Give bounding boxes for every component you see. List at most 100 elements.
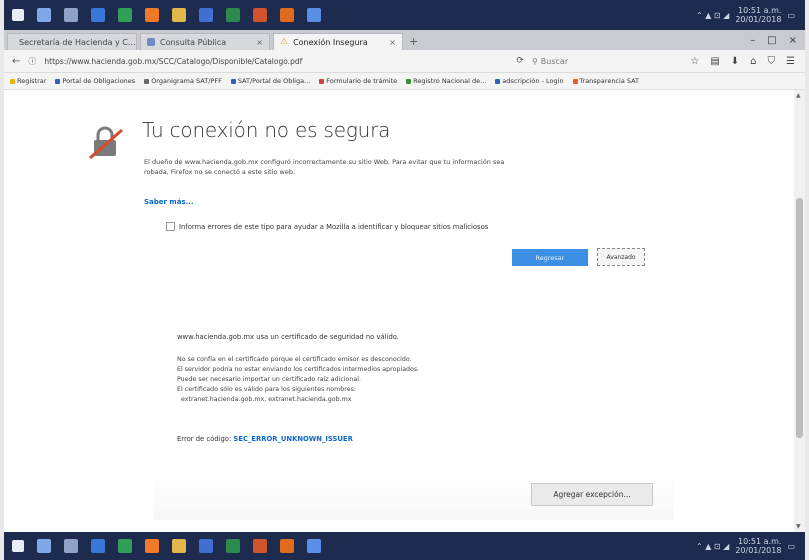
search-icon: ⚲ — [531, 56, 538, 66]
app-icon[interactable] — [91, 539, 105, 553]
windows-icon[interactable] — [12, 9, 24, 21]
go-back-button[interactable]: Regresar — [512, 249, 588, 266]
menu-icon[interactable]: ☰ — [786, 56, 795, 67]
notifications-icon[interactable]: ▭ — [787, 542, 795, 551]
new-tab-button[interactable]: + — [409, 33, 418, 50]
tab-close-icon[interactable]: × — [256, 38, 263, 47]
url-field[interactable]: https://www.hacienda.gob.mx/SCC/Catalogo… — [44, 54, 464, 68]
error-description: El dueño de www.hacienda.gob.mx configur… — [144, 157, 614, 177]
detail-line: El certificado sólo es válido para los s… — [177, 386, 356, 393]
chrome-icon[interactable] — [118, 539, 132, 553]
warning-favicon-icon: ⚠ — [280, 37, 289, 47]
tab-hacienda[interactable]: Secretaría de Hacienda y C... × — [7, 33, 137, 50]
advanced-button[interactable]: Avanzado — [597, 248, 645, 266]
vpn-icon[interactable] — [307, 8, 321, 22]
chrome-icon[interactable] — [118, 8, 132, 22]
tray-date: 20/01/2018 — [735, 546, 782, 555]
excel-icon[interactable] — [226, 539, 240, 553]
tab-consulta[interactable]: Consulta Pública × — [140, 33, 270, 50]
bookmark-item[interactable]: adscripción - Login — [495, 77, 564, 85]
bookmark-label: Formulario de trámite — [326, 77, 398, 85]
reading-list-icon[interactable]: ▤ — [710, 56, 719, 67]
bookmark-star-icon[interactable]: ☆ — [690, 56, 699, 67]
insecure-lock-icon — [89, 126, 123, 160]
firefox-icon[interactable] — [145, 8, 159, 22]
description-line: El dueño de www.hacienda.gob.mx configur… — [144, 158, 505, 166]
screen: ⌃ ▲ ⊡ ◢ 10:51 a.m. 20/01/2018 ▭ Secretar… — [4, 0, 805, 560]
bookmark-label: SAT/Portal de Obliga... — [237, 77, 311, 85]
taskbar-top: ⌃ ▲ ⊡ ◢ 10:51 a.m. 20/01/2018 ▭ — [4, 0, 805, 30]
bookmark-item[interactable]: Organigrama SAT/PFF — [144, 77, 222, 85]
office-icon[interactable] — [280, 539, 294, 553]
task-view-icon[interactable] — [64, 539, 78, 553]
bookmark-label: Portal de Obligaciones — [62, 77, 136, 85]
certificate-intro: www.hacienda.gob.mx usa un certificado d… — [177, 333, 399, 341]
bookmark-label: adscripción - Login — [502, 77, 564, 85]
bookmark-item[interactable]: Portal de Obligaciones — [55, 77, 135, 85]
bookmark-item[interactable]: Transparencia SAT — [572, 77, 640, 85]
favicon-icon — [147, 38, 155, 46]
error-code-link[interactable]: SEC_ERROR_UNKNOWN_ISSUER — [233, 435, 352, 443]
vpn-icon[interactable] — [307, 539, 321, 553]
bookmark-item[interactable]: Registro Nacional de... — [406, 77, 486, 85]
close-window-icon[interactable]: × — [789, 35, 797, 46]
store-icon[interactable] — [199, 8, 213, 22]
toolbar-icons: ☆ ▤ ⬇ ⌂ ⛉ ☰ — [690, 56, 795, 67]
report-errors-option[interactable]: Informa errores de este tipo para ayudar… — [166, 222, 488, 231]
download-icon[interactable]: ⬇ — [731, 56, 739, 67]
firefox-icon[interactable] — [145, 539, 159, 553]
bookmark-favicon-icon — [572, 78, 578, 84]
search-field[interactable]: ⚲ Buscar — [532, 54, 624, 68]
add-exception-button[interactable]: Agregar excepción... — [531, 483, 653, 506]
notifications-icon[interactable]: ▭ — [787, 11, 795, 20]
taskbar-bottom: ⌃ ▲ ⊡ ◢ 10:51 a.m. 20/01/2018 ▭ — [4, 532, 805, 560]
windows-icon[interactable] — [12, 540, 24, 552]
report-checkbox[interactable] — [166, 222, 175, 231]
bookmark-label: Transparencia SAT — [579, 77, 640, 85]
scroll-up-icon[interactable]: ▲ — [796, 92, 801, 99]
search-placeholder: Buscar — [540, 56, 569, 66]
tab-conexion-insegura[interactable]: ⚠ Conexión Insegura × — [273, 33, 403, 50]
tab-close-icon[interactable]: × — [389, 38, 396, 47]
cortana-icon[interactable] — [37, 8, 51, 22]
bookmark-item[interactable]: SAT/Portal de Obliga... — [230, 77, 311, 85]
navigation-bar: ← ⓘ https://www.hacienda.gob.mx/SCC/Cata… — [4, 50, 805, 73]
window-controls: – □ × — [750, 30, 797, 50]
system-tray: ⌃ ▲ ⊡ ◢ 10:51 a.m. 20/01/2018 ▭ — [696, 6, 795, 24]
tab-label: Consulta Pública — [160, 37, 227, 47]
scrollbar-thumb[interactable] — [796, 198, 803, 438]
tray-icons: ⌃ ▲ ⊡ ◢ — [695, 541, 730, 551]
detail-line: extranet.hacienda.gob.mx, extranet.hacie… — [177, 396, 352, 403]
office-icon[interactable] — [280, 8, 294, 22]
back-arrow-icon[interactable]: ← — [12, 56, 20, 67]
bookmark-favicon-icon — [55, 78, 61, 84]
app-icon[interactable] — [91, 8, 105, 22]
store-icon[interactable] — [199, 539, 213, 553]
task-view-icon[interactable] — [64, 8, 78, 22]
maximize-icon[interactable]: □ — [767, 35, 776, 46]
detail-line: El servidor podría no estar enviando los… — [177, 366, 420, 373]
info-icon[interactable]: ⓘ — [28, 56, 36, 67]
bookmark-item[interactable]: Formulario de trámite — [319, 77, 397, 85]
scroll-down-icon[interactable]: ▼ — [796, 523, 801, 530]
explorer-icon[interactable] — [172, 539, 186, 553]
detail-line: No se confía en el certificado porque el… — [177, 356, 412, 363]
bookmark-item[interactable]: Registrar — [10, 77, 46, 85]
error-code-line: Error de código: SEC_ERROR_UNKNOWN_ISSUE… — [177, 435, 353, 443]
home-icon[interactable]: ⌂ — [750, 56, 756, 67]
bookmarks-bar: Registrar Portal de Obligaciones Organigra… — [4, 73, 805, 90]
excel-icon[interactable] — [226, 8, 240, 22]
powerpoint-icon[interactable] — [253, 539, 267, 553]
cortana-icon[interactable] — [37, 539, 51, 553]
error-page: Tu conexión no es segura El dueño de www… — [4, 90, 794, 532]
reload-icon[interactable]: ⟳ — [516, 56, 524, 66]
minimize-icon[interactable]: – — [750, 35, 755, 46]
learn-more-link[interactable]: Saber más... — [144, 198, 194, 206]
explorer-icon[interactable] — [172, 8, 186, 22]
bookmark-favicon-icon — [10, 78, 15, 84]
powerpoint-icon[interactable] — [253, 8, 267, 22]
page-scrollbar[interactable]: ▲ ▼ — [794, 90, 805, 532]
bookmark-favicon-icon — [230, 78, 236, 84]
tab-label: Secretaría de Hacienda y C... — [19, 37, 136, 47]
shield-icon[interactable]: ⛉ — [768, 56, 776, 67]
